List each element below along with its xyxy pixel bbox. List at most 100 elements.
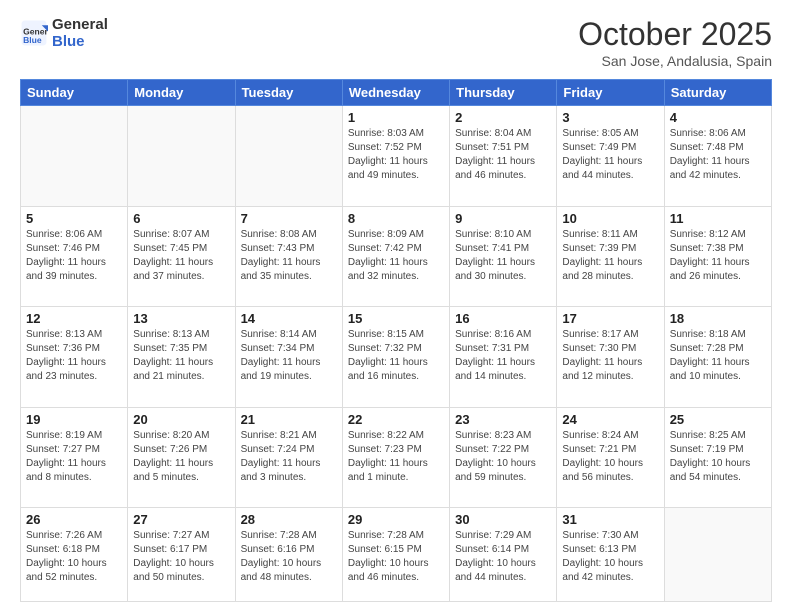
day-number: 15 — [348, 311, 444, 326]
day-info: Sunrise: 8:08 AMSunset: 7:43 PMDaylight:… — [241, 228, 337, 284]
day-number: 21 — [241, 412, 337, 427]
day-info: Sunrise: 7:28 AMSunset: 6:16 PMDaylight:… — [241, 529, 337, 585]
day-number: 27 — [133, 512, 229, 527]
day-info: Sunrise: 8:13 AMSunset: 7:36 PMDaylight:… — [26, 328, 122, 384]
day-info: Sunrise: 7:29 AMSunset: 6:14 PMDaylight:… — [455, 529, 551, 585]
calendar-cell: 9Sunrise: 8:10 AMSunset: 7:41 PMDaylight… — [450, 206, 557, 307]
day-info: Sunrise: 8:18 AMSunset: 7:28 PMDaylight:… — [670, 328, 766, 384]
day-number: 22 — [348, 412, 444, 427]
day-info: Sunrise: 8:16 AMSunset: 7:31 PMDaylight:… — [455, 328, 551, 384]
day-number: 14 — [241, 311, 337, 326]
calendar-week-1: 5 Sunrise: 8:06 AMSunset: 7:46 PMDaylight… — [21, 206, 772, 307]
day-info: Sunrise: 8:22 AMSunset: 7:23 PMDaylight:… — [348, 429, 444, 485]
day-number: 29 — [348, 512, 444, 527]
calendar-header-row: Sunday Monday Tuesday Wednesday Thursday… — [21, 80, 772, 106]
day-info: Sunrise: 8:06 AMSunset: 7:46 PMDaylight:… — [26, 228, 122, 284]
calendar-cell: 5 Sunrise: 8:06 AMSunset: 7:46 PMDaylight… — [21, 206, 128, 307]
calendar-cell: 28 Sunrise: 7:28 AMSunset: 6:16 PMDayligh… — [235, 508, 342, 602]
calendar-cell: 21 Sunrise: 8:21 AMSunset: 7:24 PMDayligh… — [235, 407, 342, 508]
day-number: 8 — [348, 211, 444, 226]
day-info: Sunrise: 8:19 AMSunset: 7:27 PMDaylight:… — [26, 429, 122, 485]
calendar-cell: 27 Sunrise: 7:27 AMSunset: 6:17 PMDayligh… — [128, 508, 235, 602]
col-thursday: Thursday — [450, 80, 557, 106]
calendar-cell: 22 Sunrise: 8:22 AMSunset: 7:23 PMDayligh… — [342, 407, 449, 508]
location: San Jose, Andalusia, Spain — [578, 53, 772, 69]
col-tuesday: Tuesday — [235, 80, 342, 106]
day-number: 5 — [26, 211, 122, 226]
calendar-cell: 19 Sunrise: 8:19 AMSunset: 7:27 PMDayligh… — [21, 407, 128, 508]
day-info: Sunrise: 8:15 AMSunset: 7:32 PMDaylight:… — [348, 328, 444, 384]
svg-text:Blue: Blue — [23, 35, 42, 45]
day-info: Sunrise: 8:21 AMSunset: 7:24 PMDaylight:… — [241, 429, 337, 485]
calendar-cell: 18 Sunrise: 8:18 AMSunset: 7:28 PMDayligh… — [664, 307, 771, 408]
day-info: Sunrise: 8:06 AMSunset: 7:48 PMDaylight:… — [670, 127, 766, 183]
calendar-week-3: 19 Sunrise: 8:19 AMSunset: 7:27 PMDayligh… — [21, 407, 772, 508]
day-number: 28 — [241, 512, 337, 527]
calendar-week-0: 1 Sunrise: 8:03 AMSunset: 7:52 PMDaylight… — [21, 106, 772, 207]
calendar-cell: 1 Sunrise: 8:03 AMSunset: 7:52 PMDaylight… — [342, 106, 449, 207]
calendar-cell: 12Sunrise: 8:13 AMSunset: 7:36 PMDayligh… — [21, 307, 128, 408]
day-number: 4 — [670, 110, 766, 125]
calendar-cell: 26 Sunrise: 7:26 AMSunset: 6:18 PMDayligh… — [21, 508, 128, 602]
day-number: 19 — [26, 412, 122, 427]
calendar-cell: 3Sunrise: 8:05 AMSunset: 7:49 PMDaylight… — [557, 106, 664, 207]
calendar-cell: 10 Sunrise: 8:11 AMSunset: 7:39 PMDayligh… — [557, 206, 664, 307]
col-saturday: Saturday — [664, 80, 771, 106]
day-number: 9 — [455, 211, 551, 226]
calendar-cell: 15 Sunrise: 8:15 AMSunset: 7:32 PMDayligh… — [342, 307, 449, 408]
day-info: Sunrise: 8:23 AMSunset: 7:22 PMDaylight:… — [455, 429, 551, 485]
day-number: 7 — [241, 211, 337, 226]
calendar-cell: 29 Sunrise: 7:28 AMSunset: 6:15 PMDayligh… — [342, 508, 449, 602]
header: General Blue General Blue October 2025 S… — [20, 16, 772, 69]
calendar-cell: 23 Sunrise: 8:23 AMSunset: 7:22 PMDayligh… — [450, 407, 557, 508]
col-wednesday: Wednesday — [342, 80, 449, 106]
day-info: Sunrise: 7:28 AMSunset: 6:15 PMDaylight:… — [348, 529, 444, 585]
calendar-cell: 24 Sunrise: 8:24 AMSunset: 7:21 PMDayligh… — [557, 407, 664, 508]
day-number: 10 — [562, 211, 658, 226]
day-number: 31 — [562, 512, 658, 527]
day-info: Sunrise: 8:24 AMSunset: 7:21 PMDaylight:… — [562, 429, 658, 485]
calendar-cell: 25Sunrise: 8:25 AMSunset: 7:19 PMDayligh… — [664, 407, 771, 508]
calendar-cell: 14 Sunrise: 8:14 AMSunset: 7:34 PMDayligh… — [235, 307, 342, 408]
logo-general-text: General — [52, 16, 108, 33]
logo-blue-text: Blue — [52, 33, 108, 50]
calendar-cell — [128, 106, 235, 207]
calendar-cell — [664, 508, 771, 602]
day-info: Sunrise: 8:07 AMSunset: 7:45 PMDaylight:… — [133, 228, 229, 284]
day-info: Sunrise: 7:30 AMSunset: 6:13 PMDaylight:… — [562, 529, 658, 585]
month-title: October 2025 — [578, 16, 772, 53]
day-info: Sunrise: 8:11 AMSunset: 7:39 PMDaylight:… — [562, 228, 658, 284]
day-number: 25 — [670, 412, 766, 427]
calendar-cell: 13Sunrise: 8:13 AMSunset: 7:35 PMDayligh… — [128, 307, 235, 408]
calendar-cell: 11Sunrise: 8:12 AMSunset: 7:38 PMDayligh… — [664, 206, 771, 307]
day-info: Sunrise: 8:13 AMSunset: 7:35 PMDaylight:… — [133, 328, 229, 384]
calendar-cell: 17 Sunrise: 8:17 AMSunset: 7:30 PMDayligh… — [557, 307, 664, 408]
day-number: 18 — [670, 311, 766, 326]
day-info: Sunrise: 8:20 AMSunset: 7:26 PMDaylight:… — [133, 429, 229, 485]
day-info: Sunrise: 8:17 AMSunset: 7:30 PMDaylight:… — [562, 328, 658, 384]
day-info: Sunrise: 8:14 AMSunset: 7:34 PMDaylight:… — [241, 328, 337, 384]
col-friday: Friday — [557, 80, 664, 106]
day-number: 1 — [348, 110, 444, 125]
day-number: 16 — [455, 311, 551, 326]
calendar-week-4: 26 Sunrise: 7:26 AMSunset: 6:18 PMDayligh… — [21, 508, 772, 602]
day-number: 17 — [562, 311, 658, 326]
day-number: 20 — [133, 412, 229, 427]
logo: General Blue General Blue — [20, 16, 108, 51]
calendar-cell: 16 Sunrise: 8:16 AMSunset: 7:31 PMDayligh… — [450, 307, 557, 408]
day-info: Sunrise: 7:26 AMSunset: 6:18 PMDaylight:… — [26, 529, 122, 585]
calendar-cell: 4 Sunrise: 8:06 AMSunset: 7:48 PMDaylight… — [664, 106, 771, 207]
day-number: 23 — [455, 412, 551, 427]
calendar-table: Sunday Monday Tuesday Wednesday Thursday… — [20, 79, 772, 602]
calendar-cell — [21, 106, 128, 207]
logo-icon: General Blue — [20, 19, 48, 47]
day-info: Sunrise: 8:05 AMSunset: 7:49 PMDaylight:… — [562, 127, 658, 183]
calendar-cell: 30Sunrise: 7:29 AMSunset: 6:14 PMDayligh… — [450, 508, 557, 602]
day-info: Sunrise: 7:27 AMSunset: 6:17 PMDaylight:… — [133, 529, 229, 585]
calendar-cell: 2Sunrise: 8:04 AMSunset: 7:51 PMDaylight… — [450, 106, 557, 207]
day-number: 11 — [670, 211, 766, 226]
calendar-cell — [235, 106, 342, 207]
day-number: 24 — [562, 412, 658, 427]
day-number: 26 — [26, 512, 122, 527]
day-info: Sunrise: 8:03 AMSunset: 7:52 PMDaylight:… — [348, 127, 444, 183]
